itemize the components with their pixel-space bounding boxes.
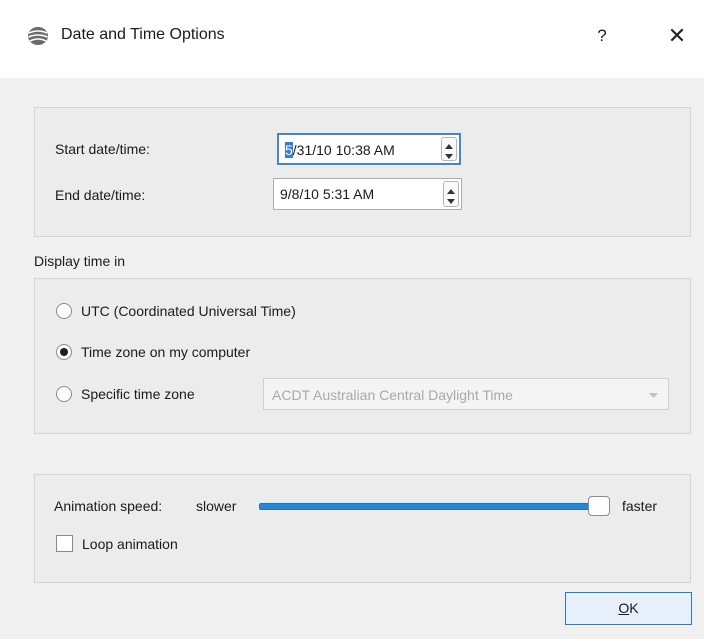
- spin-up-icon[interactable]: [445, 143, 453, 149]
- date-time-options-dialog: Date and Time Options ? ✕ Start date/tim…: [0, 0, 704, 639]
- window-title: Date and Time Options: [61, 26, 225, 43]
- app-globe-icon: [26, 24, 50, 48]
- radio-local-time-zone[interactable]: [56, 344, 72, 360]
- animation-speed-slider[interactable]: [259, 503, 595, 510]
- start-date-selected-segment: 5: [285, 142, 293, 158]
- radio-utc-label[interactable]: UTC (Coordinated Universal Time): [81, 303, 296, 319]
- start-date-value: 5/31/10 10:38 AM: [285, 142, 395, 158]
- spin-up-icon[interactable]: [447, 188, 455, 194]
- date-range-group: [34, 107, 691, 237]
- spin-down-icon[interactable]: [445, 154, 453, 160]
- display-time-label: Display time in: [34, 253, 126, 269]
- radio-utc[interactable]: [56, 303, 72, 319]
- loop-animation-label[interactable]: Loop animation: [82, 536, 178, 552]
- start-date-label: Start date/time:: [55, 141, 150, 157]
- ok-button[interactable]: OK: [565, 592, 692, 625]
- loop-animation-checkbox[interactable]: [56, 535, 73, 552]
- end-date-spinbox[interactable]: 9/8/10 5:31 AM: [273, 178, 462, 210]
- title-bar: Date and Time Options ? ✕: [0, 0, 704, 78]
- help-button[interactable]: ?: [590, 24, 614, 48]
- radio-local-time-zone-label[interactable]: Time zone on my computer: [81, 344, 250, 360]
- slower-label: slower: [196, 498, 237, 514]
- start-date-stepper[interactable]: [441, 137, 457, 161]
- start-date-value-rest: /31/10 10:38 AM: [292, 142, 395, 158]
- radio-specific-time-zone[interactable]: [56, 386, 72, 402]
- radio-selected-dot: [60, 348, 68, 356]
- spin-down-icon[interactable]: [447, 199, 455, 205]
- ok-mnemonic: O: [618, 600, 630, 616]
- end-date-stepper[interactable]: [443, 181, 459, 207]
- faster-label: faster: [622, 498, 658, 514]
- end-date-value: 9/8/10 5:31 AM: [280, 186, 375, 202]
- time-zone-select[interactable]: ACDT Australian Central Daylight Time: [263, 378, 669, 410]
- animation-speed-label: Animation speed:: [54, 498, 163, 514]
- close-button[interactable]: ✕: [663, 22, 691, 50]
- animation-group: [34, 474, 691, 583]
- end-date-label: End date/time:: [55, 187, 146, 203]
- time-zone-select-value: ACDT Australian Central Daylight Time: [272, 387, 513, 403]
- start-date-spinbox[interactable]: 5/31/10 10:38 AM: [277, 133, 461, 165]
- slider-handle[interactable]: [588, 496, 610, 516]
- ok-label-rest: K: [629, 600, 639, 616]
- radio-specific-time-zone-label[interactable]: Specific time zone: [81, 386, 195, 402]
- chevron-down-icon: [649, 393, 658, 398]
